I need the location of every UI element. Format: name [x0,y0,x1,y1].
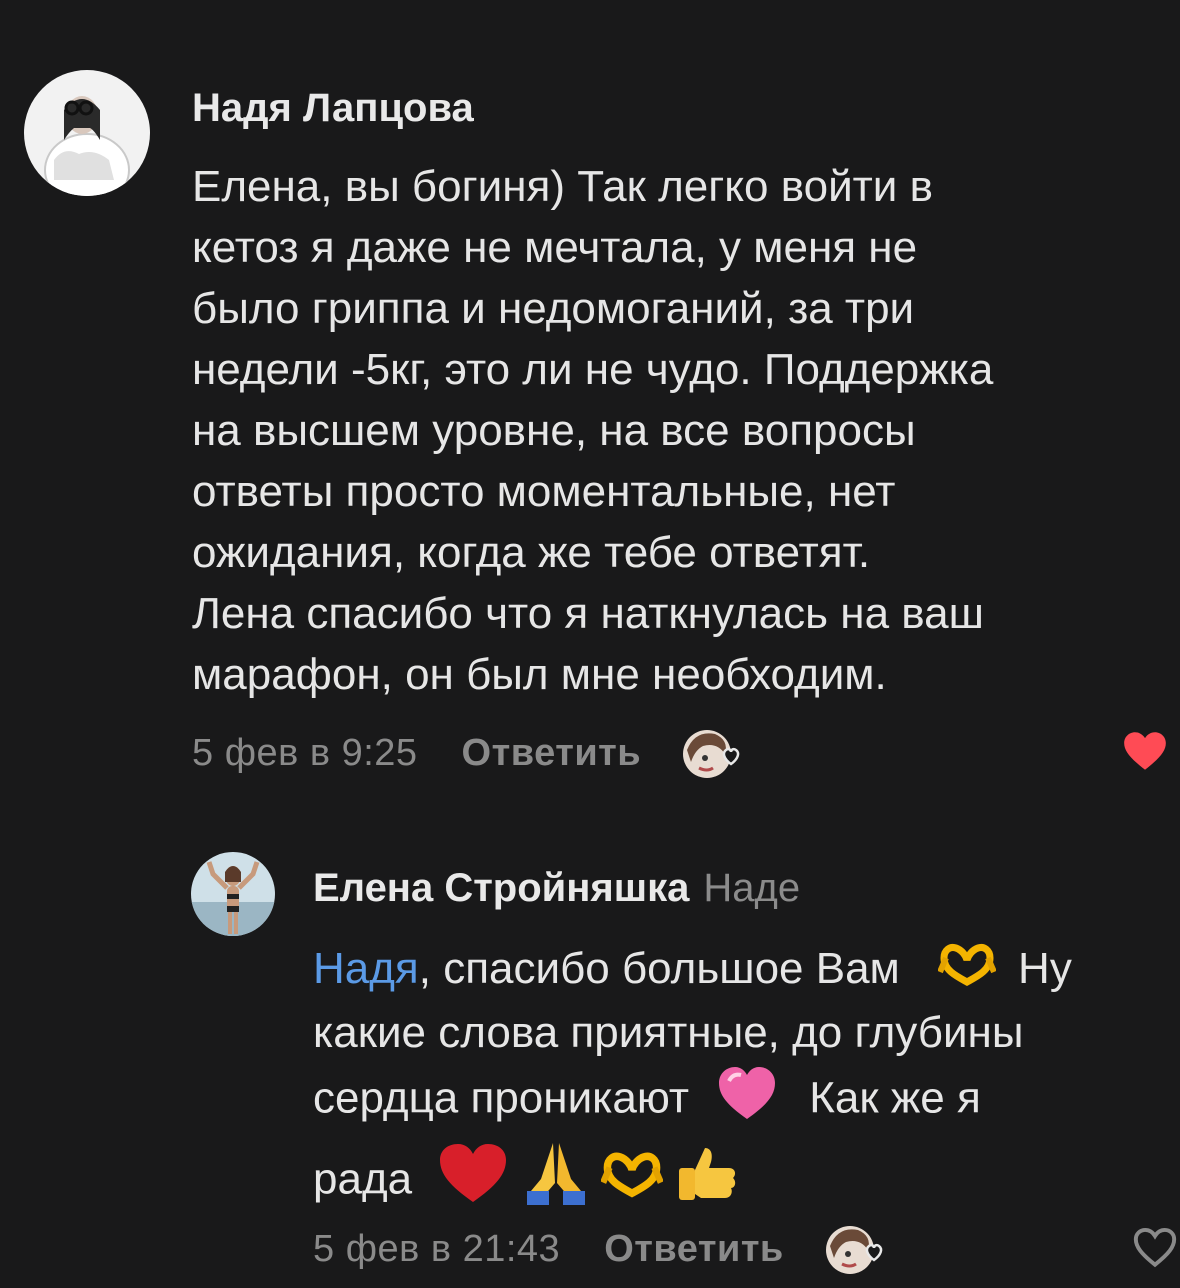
reply-to-name[interactable]: Наде [703,866,800,910]
heart-filled-icon [1124,732,1166,770]
comment-author: Елена Стройняшка Наде [313,866,800,911]
author-liked-icon [681,728,747,778]
reply-button[interactable]: Ответить [462,732,642,775]
comment-text-line: Надя, спасибо большое Вам Ну [313,938,1072,1002]
comment-text: Елена, вы богиня) Так легко войти в кето… [192,156,993,705]
mention-link[interactable]: Надя [313,944,419,993]
comment-text-line: на высшем уровне, на все вопросы [192,406,916,455]
heart-hands-emoji [937,941,997,1002]
avatar[interactable] [191,852,275,936]
like-button[interactable]: 2 [1120,726,1180,776]
comment-text-line: какие слова приятные, до глубины [313,1007,1024,1057]
text-fragment: сердца проникают [313,1073,690,1123]
comment-meta: 5 фев в 9:25 Ответить [192,728,747,778]
comment-text-line: ответы просто моментальные, нет [192,467,896,516]
text-fragment: Ну [1018,944,1072,993]
comment-text-line: сердца проникают Как же я [313,1063,1072,1139]
text-fragment: Как же я [809,1073,981,1123]
comment-text-line: Елена, вы богиня) Так легко войти в [192,162,933,211]
comment-text-line: рада [313,1139,1072,1225]
comment-date: 5 фев в 9:25 [192,731,418,774]
text-fragment: рада [313,1154,413,1204]
thumbs-up-emoji [675,1142,739,1222]
comment-author[interactable]: Надя Лапцова [192,86,474,131]
comment-text-line: марафон, он был мне необходим. [192,650,887,699]
red-heart-emoji [436,1142,510,1222]
avatar[interactable] [24,70,150,196]
comment-text-line: Лена спасибо что я наткнулась на ваш [192,589,984,638]
comment-text-line: было гриппа и недомоганий, за три [192,284,915,333]
heart-hands-emoji [599,1150,664,1214]
comment-text-line: ожидания, когда же тебе ответят. [192,528,871,577]
comment-date: 5 фев в 21:43 [313,1227,561,1270]
like-button[interactable] [1130,1222,1180,1272]
reply-button[interactable]: Ответить [604,1228,784,1271]
comment-meta: 5 фев в 21:43 Ответить [313,1222,890,1276]
author-liked-icon [824,1224,890,1274]
comment-text-line: кетоз я даже не мечтала, у меня не [192,223,918,272]
comment-text: Надя, спасибо большое Вам Ну какие слова… [313,938,1072,1225]
heart-outline-icon [1133,1227,1177,1268]
folded-hands-emoji [523,1139,589,1225]
author-name[interactable]: Елена Стройняшка [313,866,689,910]
text-fragment: , спасибо большое Вам [418,944,900,993]
comment-text-line: недели -5кг, это ли не чудо. Поддержка [192,345,994,394]
sparkling-heart-emoji [715,1063,779,1139]
